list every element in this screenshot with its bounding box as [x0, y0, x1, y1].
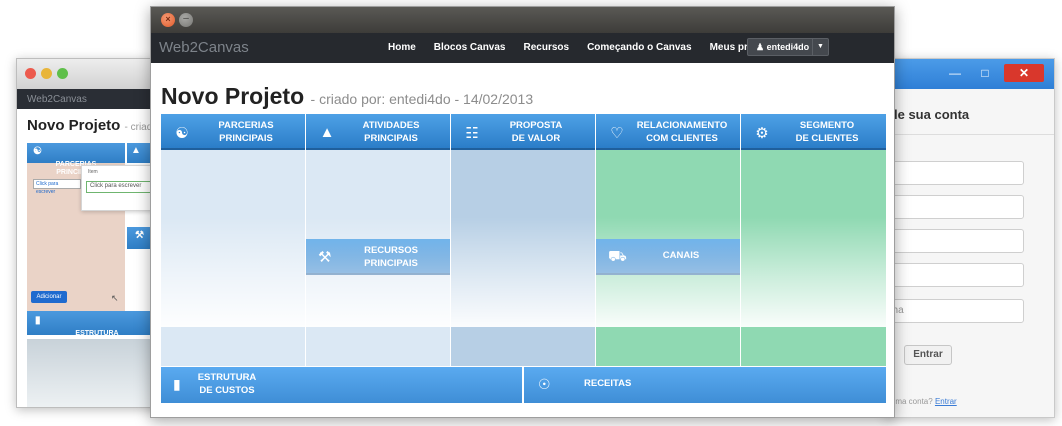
page-title-text: Novo Projeto	[161, 83, 305, 109]
login-field-2[interactable]	[886, 195, 1024, 219]
add-button[interactable]: Adicionar	[31, 291, 67, 303]
left-small-input[interactable]: Click para escrever	[33, 179, 81, 195]
receitas-label: RECEITAS	[584, 378, 632, 389]
recursos-header[interactable]: ⚒ RECURSOS PRINCIPAIS	[306, 239, 450, 275]
parcerias-column[interactable]	[161, 114, 305, 366]
gift-icon: ☷	[465, 125, 479, 142]
custos-header[interactable]: ▮ ESTRUTURA DE CUSTOS	[161, 367, 522, 403]
close-icon[interactable]: ✕	[1004, 64, 1044, 82]
login-footer: aui uma conta? Entrar	[886, 397, 957, 406]
sitemap-icon: ⚙	[755, 125, 769, 142]
user-icon: ♟	[756, 42, 765, 52]
nav-home[interactable]: Home	[388, 42, 416, 53]
battery-icon: ▮	[173, 376, 181, 392]
people-icon: ☯	[33, 146, 42, 157]
login-field-3[interactable]	[886, 229, 1024, 253]
left-brand[interactable]: Web2Canvas	[27, 94, 87, 105]
recursos-label: RECURSOS PRINCIPAIS	[364, 245, 418, 269]
minimize-icon[interactable]	[41, 68, 52, 79]
flask-icon: ▲	[131, 145, 141, 156]
maximize-icon[interactable]	[57, 68, 68, 79]
nav-blocos-canvas[interactable]: Blocos Canvas	[434, 42, 506, 53]
login-heading: le sua conta	[894, 107, 970, 122]
left-parcerias-header[interactable]: ☯ PARCERIAS PRINCIPAIS	[27, 143, 125, 176]
chevron-down-icon[interactable]: ▼	[812, 39, 828, 55]
login-window: — □ ✕ le sua conta e nha Entrar aui uma …	[885, 58, 1055, 418]
login-window-titlebar: — □ ✕	[886, 59, 1054, 89]
relacionamento-header[interactable]: ♡ RELACIONAMENTO COM CLIENTES	[596, 114, 740, 150]
maximize-icon[interactable]: □	[974, 64, 996, 82]
minimize-icon[interactable]: —	[944, 64, 966, 82]
segmento-header[interactable]: ⚙ SEGMENTO DE CLIENTES	[741, 114, 886, 150]
relacionamento-label: RELACIONAMENTO COM CLIENTES	[636, 120, 728, 144]
battery-icon: ▮	[35, 315, 41, 326]
flask-icon: ▲	[319, 124, 335, 141]
business-model-canvas: ☯ PARCERIAS PRINCIPAIS ▲ ATIVIDADES PRIN…	[161, 114, 886, 417]
login-field-1[interactable]: e	[886, 161, 1024, 185]
parcerias-header[interactable]: ☯ PARCERIAS PRINCIPAIS	[161, 114, 305, 150]
truck-icon: ⛟	[608, 248, 627, 265]
left-canvas: ☯ PARCERIAS PRINCIPAIS ▲ Click para escr…	[27, 143, 165, 345]
close-icon[interactable]: ×	[161, 13, 175, 27]
atividades-header[interactable]: ▲ ATIVIDADES PRINCIPAIS	[306, 114, 450, 150]
close-icon[interactable]	[25, 68, 36, 79]
password-field[interactable]: nha	[886, 299, 1024, 323]
cursor-icon: ↖	[111, 293, 119, 303]
atividades-label: ATIVIDADES PRINCIPAIS	[362, 120, 420, 144]
canais-label: CANAIS	[662, 250, 700, 261]
page-title: Novo Projeto - criado por: entedi4do - 1…	[161, 83, 533, 110]
nav-links: Home Blocos Canvas Recursos Começando o …	[388, 42, 795, 53]
left-page-title: Novo Projeto - criad	[17, 109, 165, 134]
dollar-icon: ☉	[538, 376, 551, 392]
login-field-4[interactable]	[886, 263, 1024, 287]
main-titlebar: × –	[151, 7, 894, 33]
brand-logo[interactable]: Web2Canvas	[159, 39, 249, 56]
main-window: × – Web2Canvas Home Blocos Canvas Recurs…	[150, 6, 895, 418]
canais-header[interactable]: ⛟ CANAIS	[596, 239, 740, 275]
login-submit-button[interactable]: Entrar	[904, 345, 952, 365]
login-footer-link[interactable]: Entrar	[935, 397, 957, 406]
tools-icon: ⚒	[135, 230, 144, 241]
custos-label: ESTRUTURA DE CUSTOS	[197, 372, 257, 396]
left-window: Web2Canvas Novo Projeto - criad ☯ PARCER…	[16, 58, 166, 408]
receitas-header[interactable]: ☉ RECEITAS	[524, 367, 886, 403]
proposta-label: PROPOSTA DE VALOR	[509, 120, 563, 144]
nav-recursos[interactable]: Recursos	[524, 42, 570, 53]
segmento-label: SEGMENTO DE CLIENTES	[795, 120, 859, 144]
minimize-icon[interactable]: –	[179, 13, 193, 27]
page-title-sub: - criado por: entedi4do - 14/02/2013	[310, 91, 534, 107]
segmento-column[interactable]	[741, 114, 886, 366]
divider	[886, 134, 1054, 135]
proposta-header[interactable]: ☷ PROPOSTA DE VALOR	[451, 114, 595, 150]
main-navbar: Web2Canvas Home Blocos Canvas Recursos C…	[151, 33, 894, 63]
parcerias-label: PARCERIAS PRINCIPAIS	[218, 120, 274, 144]
tools-icon: ⚒	[318, 249, 332, 266]
nav-comecando[interactable]: Começando o Canvas	[587, 42, 691, 53]
user-name: entedi4do	[766, 42, 810, 52]
heart-icon: ♡	[610, 125, 624, 142]
left-title-sub: - criad	[124, 122, 153, 133]
proposta-column[interactable]	[451, 114, 595, 366]
left-grey-area	[27, 339, 165, 407]
left-title-text: Novo Projeto	[27, 117, 121, 134]
left-navbar: Web2Canvas	[17, 89, 165, 109]
people-icon: ☯	[175, 125, 189, 142]
user-menu-button[interactable]: ♟ entedi4do ▼	[747, 38, 829, 56]
left-window-titlebar	[17, 59, 165, 89]
left-custos-header[interactable]: ▮ ESTRUTURA DE CUSTOS	[27, 311, 165, 345]
